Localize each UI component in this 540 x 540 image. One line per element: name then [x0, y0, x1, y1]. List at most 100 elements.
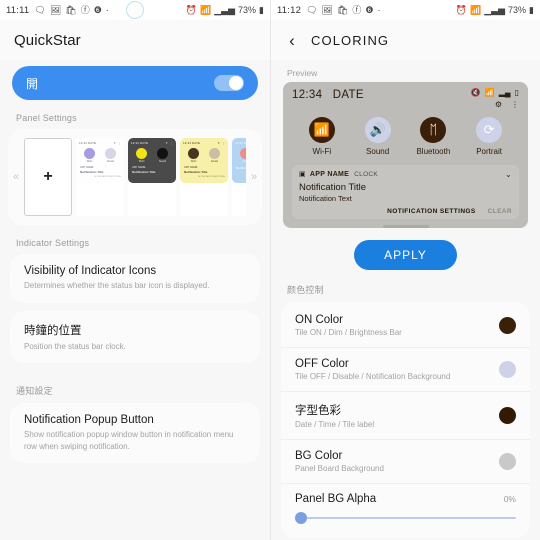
- color-row-font-color[interactable]: 字型色彩 Date / Time / Tile label: [281, 392, 530, 440]
- thumb-tile-dot: [188, 148, 199, 159]
- alarm-icon: ⏰: [455, 4, 468, 15]
- thumb-tile: Wi-Fi: [240, 148, 246, 163]
- preview-tile-bluetooth[interactable]: ᛖ Bluetooth: [410, 116, 456, 156]
- panel-thumb[interactable]: 12:34 DATE ✦ ⋮ Wi-Fi Sound: [180, 138, 228, 216]
- thumb-tile-dot: [240, 148, 246, 159]
- message-icon: 🗨: [34, 4, 46, 15]
- color-row-text: 字型色彩 Date / Time / Tile label: [295, 402, 499, 429]
- preview-tile-label: Portrait: [476, 146, 503, 156]
- notification-settings-button[interactable]: NOTIFICATION SETTINGS: [387, 208, 475, 215]
- thumb-tile: Wi-Fi: [136, 148, 147, 163]
- gear-icon[interactable]: ⚙: [495, 100, 502, 110]
- preview-quick-tiles[interactable]: 📶 Wi-Fi 🔊 Sound ᛖ Bluetooth ⟳ Portrait: [294, 116, 517, 156]
- thumb-tile-label: Wi-Fi: [138, 160, 145, 163]
- apply-button-container: APPLY: [271, 239, 540, 270]
- thumb-notif-title: Notification Title: [184, 169, 208, 174]
- thumb-notification: APP NAME Notification Title: [131, 166, 173, 175]
- thumb-tile: Wi-Fi: [84, 148, 95, 163]
- preview-app-name: APP NAME: [309, 170, 350, 178]
- bag-icon: 🛍: [336, 4, 349, 15]
- setting-title: Visibility of Indicator Icons: [24, 265, 157, 277]
- preview-date: DATE: [332, 89, 364, 101]
- battery-icon: ▮: [259, 4, 264, 15]
- color-swatch-bg[interactable]: [499, 452, 516, 470]
- app-header-right: ‹ COLORING: [271, 20, 540, 60]
- preview-tile-label: Wi-Fi: [312, 146, 332, 156]
- thumb-tile-dot: [209, 148, 220, 159]
- thumb-tile-dot: [105, 148, 116, 159]
- app-header-left: QuickStar: [0, 20, 270, 60]
- weibo-icon: ❻: [365, 4, 374, 15]
- panel-thumb-list[interactable]: + 12:34 DATE ✦ ⋮ Wi-Fi Sound APP NAME No…: [24, 138, 246, 216]
- thumb-tiles: Wi-Fi Sound: [235, 148, 246, 163]
- bluetooth-icon: ᛖ: [420, 116, 447, 143]
- chevron-left-double-icon[interactable]: «: [8, 138, 24, 216]
- wifi-icon: 📶: [484, 88, 495, 97]
- preview-clock-row: 12:34 DATE: [292, 89, 364, 101]
- facebook-icon: ⓕ: [80, 4, 90, 15]
- weibo-icon: ❻: [93, 4, 102, 15]
- wifi-icon: 📶: [308, 116, 335, 143]
- chevron-right-double-icon[interactable]: »: [246, 138, 262, 216]
- master-toggle-label: 開: [26, 76, 39, 91]
- setting-item-clock-position[interactable]: 時鐘的位置 Position the status bar clock.: [10, 310, 260, 364]
- status-bar-notification-icons: 🗨 🖼 🛍 ⓕ ❻ ·: [306, 4, 381, 15]
- status-bar-notification-icons: 🗨 🖼 🛍 ⓕ ❻ ·: [34, 4, 109, 15]
- setting-title: Notification Popup Button: [24, 414, 154, 427]
- app-icon: ▣: [299, 171, 306, 179]
- panel-thumb[interactable]: 12:34 DATE ✦ ⋮ Wi-Fi Sound: [232, 138, 246, 216]
- color-row-on-color[interactable]: ON Color Tile ON / Dim / Brightness Bar: [281, 304, 530, 348]
- thumb-notif-title: Notification Title: [132, 169, 156, 174]
- setting-item-visibility-of-indicator-icons[interactable]: Visibility of Indicator Icons Determines…: [10, 254, 260, 303]
- chevron-left-icon[interactable]: ‹: [285, 32, 299, 49]
- panel-thumb[interactable]: 12:34 DATE ✦ ⋮ Wi-Fi Sound: [128, 138, 176, 216]
- section-label-panel-settings: Panel Settings: [16, 113, 77, 123]
- panel-bg-alpha-row[interactable]: Panel BG Alpha 0%: [281, 484, 530, 536]
- status-bar-system-icons: ⏰ 📶 ▁▃▅ 73% ▮: [186, 4, 264, 15]
- wifi-icon: 📶: [200, 4, 212, 15]
- panel-carousel[interactable]: « + 12:34 DATE ✦ ⋮ Wi-Fi Sound APP NAME …: [8, 129, 262, 225]
- chevron-down-icon[interactable]: ⌄: [505, 170, 512, 179]
- bag-icon: 🛍: [65, 4, 77, 15]
- preview-notification-card[interactable]: ▣ APP NAME CLOCK ⌄ Notification Title No…: [292, 164, 519, 219]
- preview-clock: 12:34: [292, 89, 323, 101]
- thumb-clock: 12:34 DATE: [235, 141, 246, 145]
- master-enable-toggle-row[interactable]: 開: [12, 66, 258, 100]
- dot-icon: ·: [377, 4, 381, 15]
- color-row-off-color[interactable]: OFF Color Tile OFF / Disable / Notificat…: [281, 348, 530, 392]
- thumb-notif-title: Notification Title: [236, 166, 246, 170]
- clear-button[interactable]: CLEAR: [488, 208, 512, 215]
- preview-tile-sound[interactable]: 🔊 Sound: [355, 116, 401, 156]
- master-toggle-switch[interactable]: [214, 75, 244, 91]
- color-swatch-font[interactable]: [499, 406, 516, 424]
- section-label-color-control: 颜色控制: [287, 284, 324, 295]
- color-row-title: ON Color: [295, 313, 343, 326]
- overflow-menu-icon[interactable]: ⋮: [511, 100, 519, 110]
- color-swatch-off[interactable]: [499, 360, 516, 378]
- dot-icon: ·: [105, 4, 109, 15]
- apply-button[interactable]: APPLY: [354, 239, 457, 270]
- setting-item-notification-popup-button[interactable]: Notification Popup Button Show notificat…: [10, 403, 260, 464]
- preview-action-icon-row[interactable]: ⚙ ⋮: [471, 100, 519, 110]
- color-row-subtitle: Tile OFF / Disable / Notification Backgr…: [295, 371, 451, 381]
- thumb-tiles: Wi-Fi Sound: [131, 148, 173, 163]
- switch-knob: [229, 76, 243, 90]
- thumb-tile-dot: [157, 148, 168, 159]
- preview-tile-wifi[interactable]: 📶 Wi-Fi: [299, 116, 345, 156]
- panel-thumb[interactable]: 12:34 DATE ✦ ⋮ Wi-Fi Sound: [76, 138, 124, 216]
- preview-tile-label: Sound: [366, 146, 390, 156]
- panel-bg-alpha-slider[interactable]: [295, 511, 516, 524]
- add-panel-thumb[interactable]: +: [24, 138, 72, 216]
- thumb-tile-label: Wi-Fi: [242, 160, 246, 163]
- status-bar-right: 11:12 🗨 🖼 🛍 ⓕ ❻ · ⏰ 📶 ▁▃▅ 73% ▮: [271, 0, 540, 20]
- thumb-statusrow: 12:34 DATE ✦ ⋮: [235, 141, 246, 145]
- thumb-tiles: Wi-Fi Sound: [183, 148, 225, 163]
- color-swatch-on[interactable]: [499, 316, 516, 334]
- slider-thumb[interactable]: [295, 511, 307, 524]
- preview-notification-actions[interactable]: NOTIFICATION SETTINGS CLEAR: [299, 208, 512, 215]
- color-row-bg-color[interactable]: BG Color Panel Board Background: [281, 440, 530, 484]
- preview-tile-portrait[interactable]: ⟳ Portrait: [466, 116, 512, 156]
- thumb-notification: APP NAME Notification Title: [79, 166, 121, 175]
- thumb-tiles: Wi-Fi Sound: [79, 148, 121, 163]
- preview-drag-handle[interactable]: [382, 224, 429, 228]
